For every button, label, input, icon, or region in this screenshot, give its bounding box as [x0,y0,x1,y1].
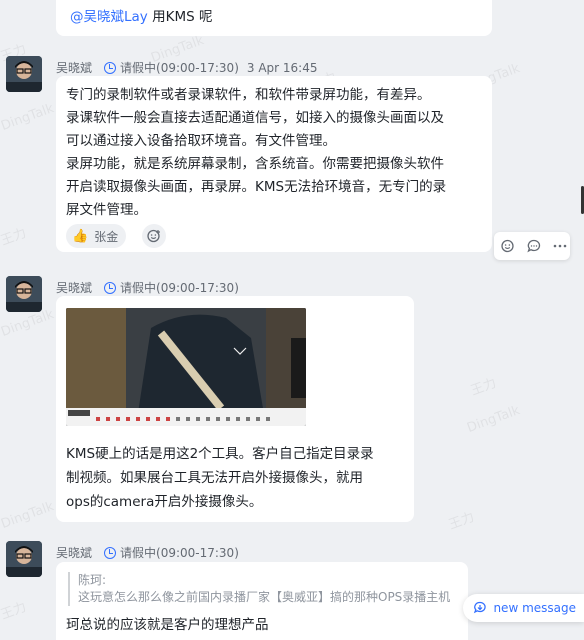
status-text: 请假中(09:00-17:30) [120,61,239,75]
avatar[interactable] [6,541,42,577]
watermark: 王力 [446,509,477,533]
message-line: KMS硬上的话是用这2个工具。客户自己指定目录录 [66,446,374,462]
quoted-message[interactable]: 陈珂: 这玩意怎么那么像之前国内录播厂家【奥威亚】搞的那种OPS录播主机 [68,572,450,606]
sender-name[interactable]: 吴晓斌 [56,544,92,561]
sender-name[interactable]: 吴晓斌 [56,279,92,296]
message-bubble: @吴晓斌Lay 用KMS 呢 [56,0,492,36]
avatar[interactable] [6,276,42,312]
message-content: 用KMS 呢 [152,9,213,25]
watermark: 王力 [0,599,29,623]
message-meta: 吴晓斌 请假中(09:00-17:30) 3 Apr 16:45 [56,59,317,76]
message-line: ops的camera开启外接摄像头。 [66,494,263,510]
message-line: 录课软件一般会直接去适配通道信号，如接入的摄像头画面以及 [66,110,444,126]
clock-icon [104,61,117,74]
watermark: DingTalk [0,101,56,134]
watermark: DingTalk [465,403,522,436]
message-line: 录屏功能，就是系统屏幕录制，含系统音。你需要把摄像头软件 [66,156,444,172]
new-message-button[interactable]: new message [463,594,584,622]
message-meta: 吴晓斌 请假中(09:00-17:30) [56,544,239,561]
quote-author: 陈珂: [78,573,107,587]
add-reaction-button[interactable] [142,224,166,248]
watermark: DingTalk [0,499,56,532]
status-text: 请假中(09:00-17:30) [120,281,239,295]
message-bubble: 陈珂: 这玩意怎么那么像之前国内录播厂家【奥威亚】搞的那种OPS录播主机 珂总说… [56,562,468,640]
message-line: 专门的录制软件或者录课软件，和软件带录屏功能，有差异。 [66,87,431,103]
sender-name[interactable]: 吴晓斌 [56,59,92,76]
avatar[interactable] [6,56,42,92]
message-line: 制视频。如果展台工具无法开启外接摄像头，就用 [66,470,363,486]
clock-icon [104,546,117,559]
more-icon[interactable] [552,238,568,254]
video-screenshot-image[interactable] [66,308,306,426]
message-text: 专门的录制软件或者录课软件，和软件带录屏功能，有差异。 录课软件一般会直接去适配… [66,84,482,222]
new-message-label: new message [493,601,576,615]
reaction-chip[interactable]: 👍 张金 [66,224,127,248]
message-line: 开启读取摄像头画面，再录屏。KMS无法拾环境音，无专门的录 [66,179,447,195]
message-line: 可以通过接入设备拾取环境音。有文件管理。 [66,133,336,149]
new-message-icon [474,601,487,614]
thumbs-up-icon: 👍 [72,228,89,244]
mention-link[interactable]: @吴晓斌Lay [70,9,148,25]
quote-text: 这玩意怎么那么像之前国内录播厂家【奥威亚】搞的那种OPS录播主机 [78,590,451,604]
message-text: 珂总说的应该就是客户的理想产品 [66,617,269,633]
watermark: 王力 [0,225,29,249]
message-action-toolbar [494,232,570,260]
comment-icon[interactable] [526,238,542,254]
status-text: 请假中(09:00-17:30) [120,546,239,560]
clock-icon [104,281,117,294]
timestamp: 3 Apr 16:45 [246,60,318,75]
emoji-reaction-icon[interactable] [500,238,516,254]
reaction-user: 张金 [94,229,119,244]
watermark: 王力 [468,375,499,399]
message-line: 屏文件管理。 [66,202,147,218]
message-bubble: KMS硬上的话是用这2个工具。客户自己指定目录录 制视频。如果展台工具无法开启外… [56,296,414,522]
message-text: KMS硬上的话是用这2个工具。客户自己指定目录录 制视频。如果展台工具无法开启外… [66,442,374,514]
message-meta: 吴晓斌 请假中(09:00-17:30) [56,279,239,296]
message-text: @吴晓斌Lay 用KMS 呢 [70,6,480,29]
emoji-add-icon [147,229,160,243]
